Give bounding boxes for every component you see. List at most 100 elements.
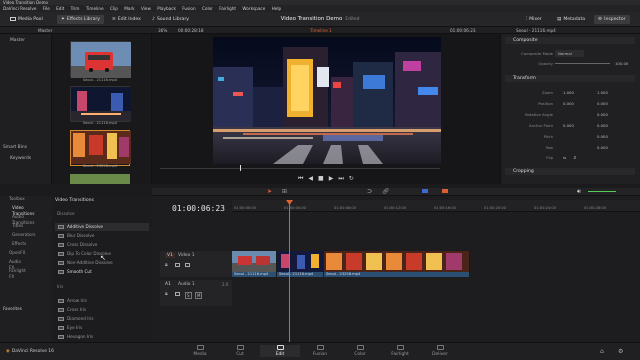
page-fairlight[interactable]: Fairlight [380,345,420,357]
stop-icon[interactable]: ■ [318,175,329,182]
transition-cross-dissolve[interactable]: Cross Dissolve [55,241,149,249]
menu-edit[interactable]: Edit [56,6,64,11]
timeline-name[interactable]: Timeline 1 [310,27,332,34]
link-icon[interactable]: 🔗︎ [382,188,390,195]
transition-diamond-iris[interactable]: Diamond Iris [55,315,149,323]
media-thumbnail-partial[interactable] [70,174,130,184]
timeline-clip[interactable]: Seoul - 21116.mp4 [277,251,324,277]
flip-horizontal-icon[interactable]: ⇋ [563,154,566,161]
reverse-icon[interactable]: ◀ [308,175,318,182]
cropping-section[interactable]: Cropping [505,168,635,175]
edit-index-button[interactable]: ≡ Edit Index [108,15,145,24]
transition-hexagon-iris[interactable]: Hexagon Iris [55,333,149,341]
metadata-button[interactable]: ▤ Metadata [553,15,589,24]
yaw-value[interactable]: 0.000 [597,144,608,151]
video-track-name[interactable]: Video 1 [178,253,195,258]
home-icon[interactable]: ⌂ [600,348,604,355]
page-color[interactable]: Color [340,345,380,357]
menu-file[interactable]: File [43,6,50,11]
menu-workspace[interactable]: Workspace [242,6,265,11]
audio-auto-select-icon[interactable] [175,292,180,296]
bin-master[interactable]: Master [0,37,25,44]
volume-icon[interactable]: 🔊︎ [577,188,581,196]
viewer-scrubber[interactable] [160,168,440,169]
settings-icon[interactable]: ⚙ [618,348,623,355]
menu-davinci[interactable]: DaVinci Resolve [3,6,36,11]
mixer-button[interactable]: ⫶ Mixer [522,15,546,24]
flip-vertical-icon[interactable]: ⇵ [573,154,576,161]
menu-color[interactable]: Color [202,6,213,11]
inspector-button[interactable]: ⚙ Inspector [594,15,630,24]
menu-timeline[interactable]: Timeline [86,6,104,11]
audio-track-name[interactable]: Audio 1 [178,282,195,287]
composite-section[interactable]: Composite [505,37,635,44]
page-media[interactable]: Media [180,345,220,357]
media-thumbnail[interactable] [70,86,131,122]
play-icon[interactable]: ▶ [329,175,339,182]
mute-button[interactable]: M [195,292,203,299]
track-visibility-icon[interactable] [185,263,190,267]
trim-tool-icon[interactable]: ⊞ [282,188,287,195]
effects-tree-toolbox[interactable]: Toolbox [9,196,25,202]
transform-section[interactable]: Transform [505,75,635,82]
transition-cross-iris[interactable]: Cross Iris [55,306,149,314]
marker-icon[interactable] [442,189,448,193]
bin-keywords[interactable]: Keywords [0,155,31,162]
effects-tree-generators[interactable]: Generators [12,232,35,238]
pitch-value[interactable]: 0.000 [597,133,608,140]
timeline-clip[interactable]: Seoul - 21116.mp4 [232,251,277,277]
snapping-icon[interactable]: ⊃ [367,188,372,195]
menu-fusion[interactable]: Fusion [182,6,195,11]
solo-button[interactable]: S [185,292,192,299]
position-y[interactable]: 0.000 [597,100,608,107]
zoom-x[interactable]: 1.000 [563,89,574,96]
viewer-scrubber-handle[interactable] [240,165,241,171]
menu-help[interactable]: Help [272,6,282,11]
volume-slider[interactable] [588,191,616,192]
rotation-value[interactable]: 0.000 [597,111,608,118]
loop-icon[interactable]: ↻ [349,175,359,182]
flag-icon[interactable] [422,189,428,193]
transition-blur-dissolve[interactable]: Blur Dissolve [55,232,149,240]
effects-tree-titles[interactable]: Titles [12,223,23,229]
menu-clip[interactable]: Clip [110,6,118,11]
transition-eye-iris[interactable]: Eye Iris [55,324,149,332]
transition-additive-dissolve[interactable]: Additive Dissolve [55,223,149,231]
page-edit[interactable]: Edit [260,345,300,357]
lock-icon[interactable]: 🔒︎ [165,262,168,268]
auto-select-icon[interactable] [175,263,180,267]
effects-tree-openfx[interactable]: OpenFX [9,250,25,256]
viewer-zoom[interactable]: 36% [158,27,167,34]
timeline-playhead[interactable] [289,200,290,342]
audio-lock-icon[interactable]: 🔒︎ [165,291,168,297]
timeline-ruler[interactable]: 01:00:00:00 01:00:04:00 01:00:08:00 01:0… [232,200,640,212]
sound-library-button[interactable]: ♪ Sound Library [148,15,193,24]
jump-start-icon[interactable]: ⏮ [298,175,308,182]
effects-tree-effects[interactable]: Effects [12,241,26,247]
position-x[interactable]: 0.000 [563,100,574,107]
video-track-id[interactable]: V1 [165,253,175,258]
menu-fairlight[interactable]: Fairlight [219,6,236,11]
anchor-x[interactable]: 0.000 [563,122,574,129]
opacity-value[interactable]: 100.00 [615,60,628,67]
media-thumbnail[interactable] [70,41,131,78]
effects-tree-fairlightfx[interactable]: Fairlight FX [9,268,26,280]
opacity-slider[interactable] [555,63,610,64]
page-deliver[interactable]: Deliver [420,345,460,357]
transition-arrow-iris[interactable]: Arrow Iris [55,297,149,305]
anchor-y[interactable]: 0.000 [597,122,608,129]
menu-mark[interactable]: Mark [124,6,134,11]
page-fusion[interactable]: Fusion [300,345,340,357]
page-cut[interactable]: Cut [220,345,260,357]
menu-trim[interactable]: Trim [71,6,80,11]
effects-library-button[interactable]: ✦ Effects Library [57,15,104,24]
menu-view[interactable]: View [141,6,151,11]
media-pool-button[interactable]: Media Pool [6,15,47,24]
timeline-clip[interactable]: Seoul - 23258.mp4 [324,251,470,277]
audio-track-id[interactable]: A1 [165,282,171,287]
menu-playback[interactable]: Playback [157,6,176,11]
composite-mode-dropdown[interactable]: Normal [555,50,584,57]
transition-smooth-cut[interactable]: Smooth Cut [55,268,149,276]
jump-end-icon[interactable]: ⏭ [338,175,348,182]
zoom-y[interactable]: 1.000 [597,89,608,96]
